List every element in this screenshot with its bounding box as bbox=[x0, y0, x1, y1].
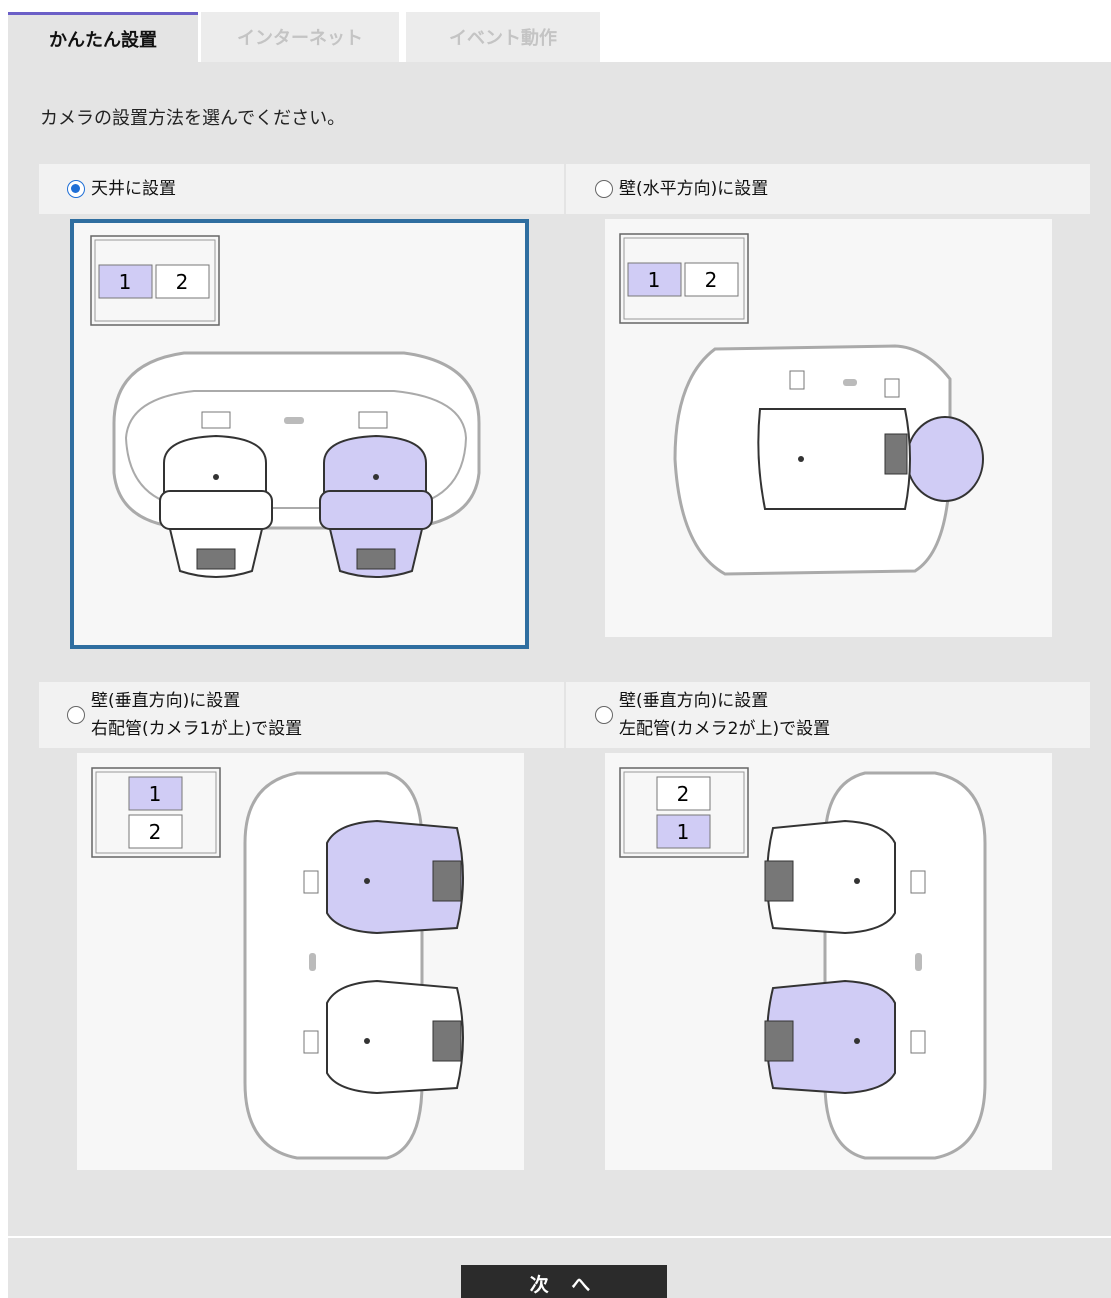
option-wall-horizontal[interactable]: 壁(水平方向)に設置 bbox=[566, 164, 1090, 214]
cam-order-1: 1 bbox=[677, 820, 690, 844]
option-wall-vertical-left-label: 壁(垂直方向)に設置 bbox=[619, 691, 769, 711]
setup-wizard: かんたん設置 インターネット イベント動作 カメラの設置方法を選んでください。 … bbox=[0, 0, 1111, 1298]
radio-ceiling[interactable] bbox=[67, 180, 85, 198]
option-wall-horizontal-label: 壁(水平方向)に設置 bbox=[619, 179, 769, 199]
option-wall-vertical-right-sublabel: 右配管(カメラ1が上)で設置 bbox=[91, 719, 303, 739]
cam-order-2: 2 bbox=[176, 270, 189, 294]
option-wall-vertical-right-text: 壁(垂直方向)に設置 右配管(カメラ1が上)で設置 bbox=[91, 687, 302, 743]
radio-wall-horizontal[interactable] bbox=[595, 180, 613, 198]
cam-order-1: 1 bbox=[119, 270, 132, 294]
wall-vertical-left-illustration[interactable]: 2 1 bbox=[605, 753, 1052, 1170]
tab-bar: かんたん設置 インターネット イベント動作 bbox=[8, 12, 1111, 62]
next-button[interactable]: 次 へ bbox=[461, 1265, 667, 1298]
option-wall-vertical-right-label: 壁(垂直方向)に設置 bbox=[91, 691, 241, 711]
cam-order-1: 1 bbox=[149, 782, 162, 806]
ceiling-illustration[interactable]: 1 2 bbox=[70, 219, 529, 649]
content-panel: カメラの設置方法を選んでください。 天井に設置 壁(水平方向)に設置 1 2 1… bbox=[8, 62, 1111, 1236]
cam-order-2: 2 bbox=[149, 820, 162, 844]
radio-wall-vertical-right[interactable] bbox=[67, 706, 85, 724]
cam-order-2: 2 bbox=[677, 782, 690, 806]
cam-order-1: 1 bbox=[648, 268, 661, 292]
option-wall-vertical-right[interactable]: 壁(垂直方向)に設置 右配管(カメラ1が上)で設置 bbox=[39, 682, 564, 748]
option-wall-vertical-left[interactable]: 壁(垂直方向)に設置 左配管(カメラ2が上)で設置 bbox=[566, 682, 1090, 748]
option-wall-vertical-left-text: 壁(垂直方向)に設置 左配管(カメラ2が上)で設置 bbox=[619, 687, 830, 743]
option-ceiling[interactable]: 天井に設置 bbox=[39, 164, 564, 214]
radio-wall-vertical-left[interactable] bbox=[595, 706, 613, 724]
instruction-text: カメラの設置方法を選んでください。 bbox=[40, 108, 346, 129]
cam-order-2: 2 bbox=[705, 268, 718, 292]
tab-easy-setup[interactable]: かんたん設置 bbox=[8, 12, 198, 62]
option-wall-vertical-left-sublabel: 左配管(カメラ2が上)で設置 bbox=[619, 719, 831, 739]
wall-vertical-right-illustration[interactable]: 1 2 bbox=[77, 753, 524, 1170]
option-ceiling-label: 天井に設置 bbox=[91, 179, 176, 199]
tab-event-action[interactable]: イベント動作 bbox=[406, 12, 600, 62]
wall-horizontal-illustration[interactable]: 1 2 bbox=[605, 219, 1052, 637]
tab-internet[interactable]: インターネット bbox=[201, 12, 399, 62]
footer-bar: 次 へ bbox=[8, 1236, 1111, 1298]
